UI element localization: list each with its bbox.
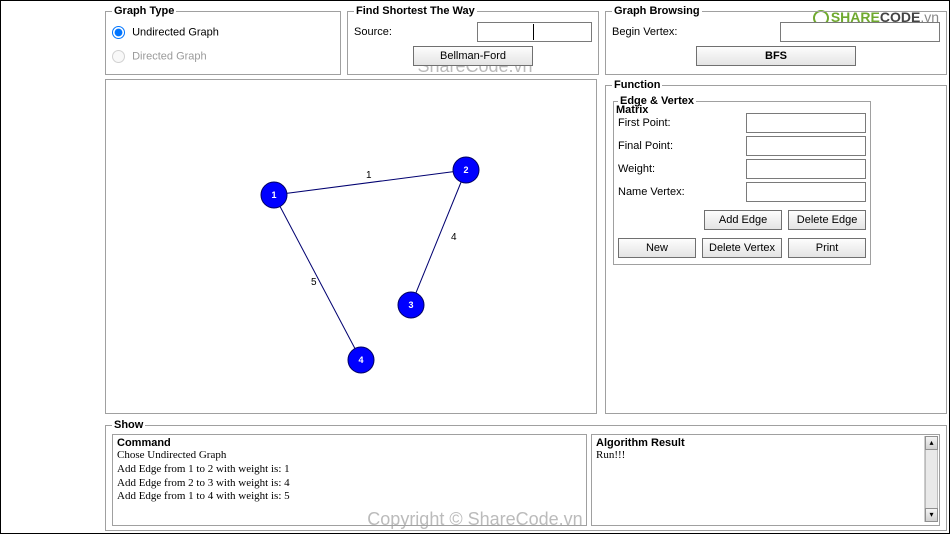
graph-browsing-group: Graph Browsing Begin Vertex: BFS	[605, 5, 947, 75]
print-button[interactable]: Print	[788, 238, 866, 258]
edge-weight-label: 5	[311, 277, 317, 288]
bellman-ford-button[interactable]: Bellman-Ford	[413, 46, 533, 66]
result-text: Run!!!	[596, 449, 935, 463]
function-group: Function Edge & Vertex First Point: Fina…	[605, 79, 947, 414]
radio-directed[interactable]	[112, 50, 125, 63]
final-point-label: Final Point:	[618, 140, 673, 152]
result-box: Algorithm Result Run!!! ▴ ▾	[591, 434, 940, 526]
graph-browsing-legend: Graph Browsing	[612, 5, 702, 17]
show-legend: Show	[112, 419, 145, 431]
radio-undirected[interactable]	[112, 26, 125, 39]
delete-edge-button[interactable]: Delete Edge	[788, 210, 866, 230]
vertex-label: 4	[358, 355, 363, 365]
edge-vertex-group: Edge & Vertex First Point: Final Point: …	[613, 95, 871, 265]
show-group: Show Command Chose Undirected Graph Add …	[105, 419, 947, 531]
graph-edge[interactable]	[411, 170, 466, 305]
edge-vertex-legend: Edge & Vertex	[618, 95, 696, 107]
scrollbar[interactable]: ▴ ▾	[924, 436, 938, 522]
scroll-up-icon[interactable]: ▴	[925, 436, 938, 450]
delete-vertex-button[interactable]: Delete Vertex	[702, 238, 782, 258]
final-point-input[interactable]	[746, 136, 866, 156]
bfs-button[interactable]: BFS	[696, 46, 856, 66]
vertex-label: 2	[463, 165, 468, 175]
scroll-track[interactable]	[925, 450, 938, 508]
graph-type-group: Graph Type Undirected Graph Directed Gra…	[105, 5, 341, 75]
weight-input[interactable]	[746, 159, 866, 179]
scroll-down-icon[interactable]: ▾	[925, 508, 938, 522]
source-label: Source:	[354, 26, 392, 38]
option-directed[interactable]: Directed Graph	[112, 50, 207, 63]
result-title: Algorithm Result	[596, 437, 935, 449]
edge-weight-label: 1	[366, 170, 372, 181]
function-legend: Function	[612, 79, 662, 91]
source-input[interactable]	[477, 22, 592, 42]
command-box: Command Chose Undirected Graph Add Edge …	[112, 434, 587, 526]
first-point-label: First Point:	[618, 117, 671, 129]
graph-edge[interactable]	[274, 195, 361, 360]
find-shortest-legend: Find Shortest The Way	[354, 5, 477, 17]
edge-weight-label: 4	[451, 232, 457, 243]
first-point-input[interactable]	[746, 113, 866, 133]
option-undirected[interactable]: Undirected Graph	[112, 26, 219, 39]
text-cursor-icon	[533, 24, 534, 40]
new-button[interactable]: New	[618, 238, 696, 258]
name-vertex-input[interactable]	[746, 182, 866, 202]
graph-canvas[interactable]: 1 4 5 1 2 3 4	[105, 79, 597, 414]
find-shortest-group: Find Shortest The Way Source: Bellman-Fo…	[347, 5, 599, 75]
weight-label: Weight:	[618, 163, 655, 175]
add-edge-button[interactable]: Add Edge	[704, 210, 782, 230]
begin-vertex-label: Begin Vertex:	[612, 26, 677, 38]
vertex-label: 1	[271, 190, 276, 200]
graph-type-legend: Graph Type	[112, 5, 176, 17]
command-title: Command	[117, 437, 582, 449]
begin-vertex-input[interactable]	[780, 22, 940, 42]
name-vertex-label: Name Vertex:	[618, 186, 685, 198]
command-text: Chose Undirected Graph Add Edge from 1 t…	[117, 449, 582, 504]
vertex-label: 3	[408, 300, 413, 310]
